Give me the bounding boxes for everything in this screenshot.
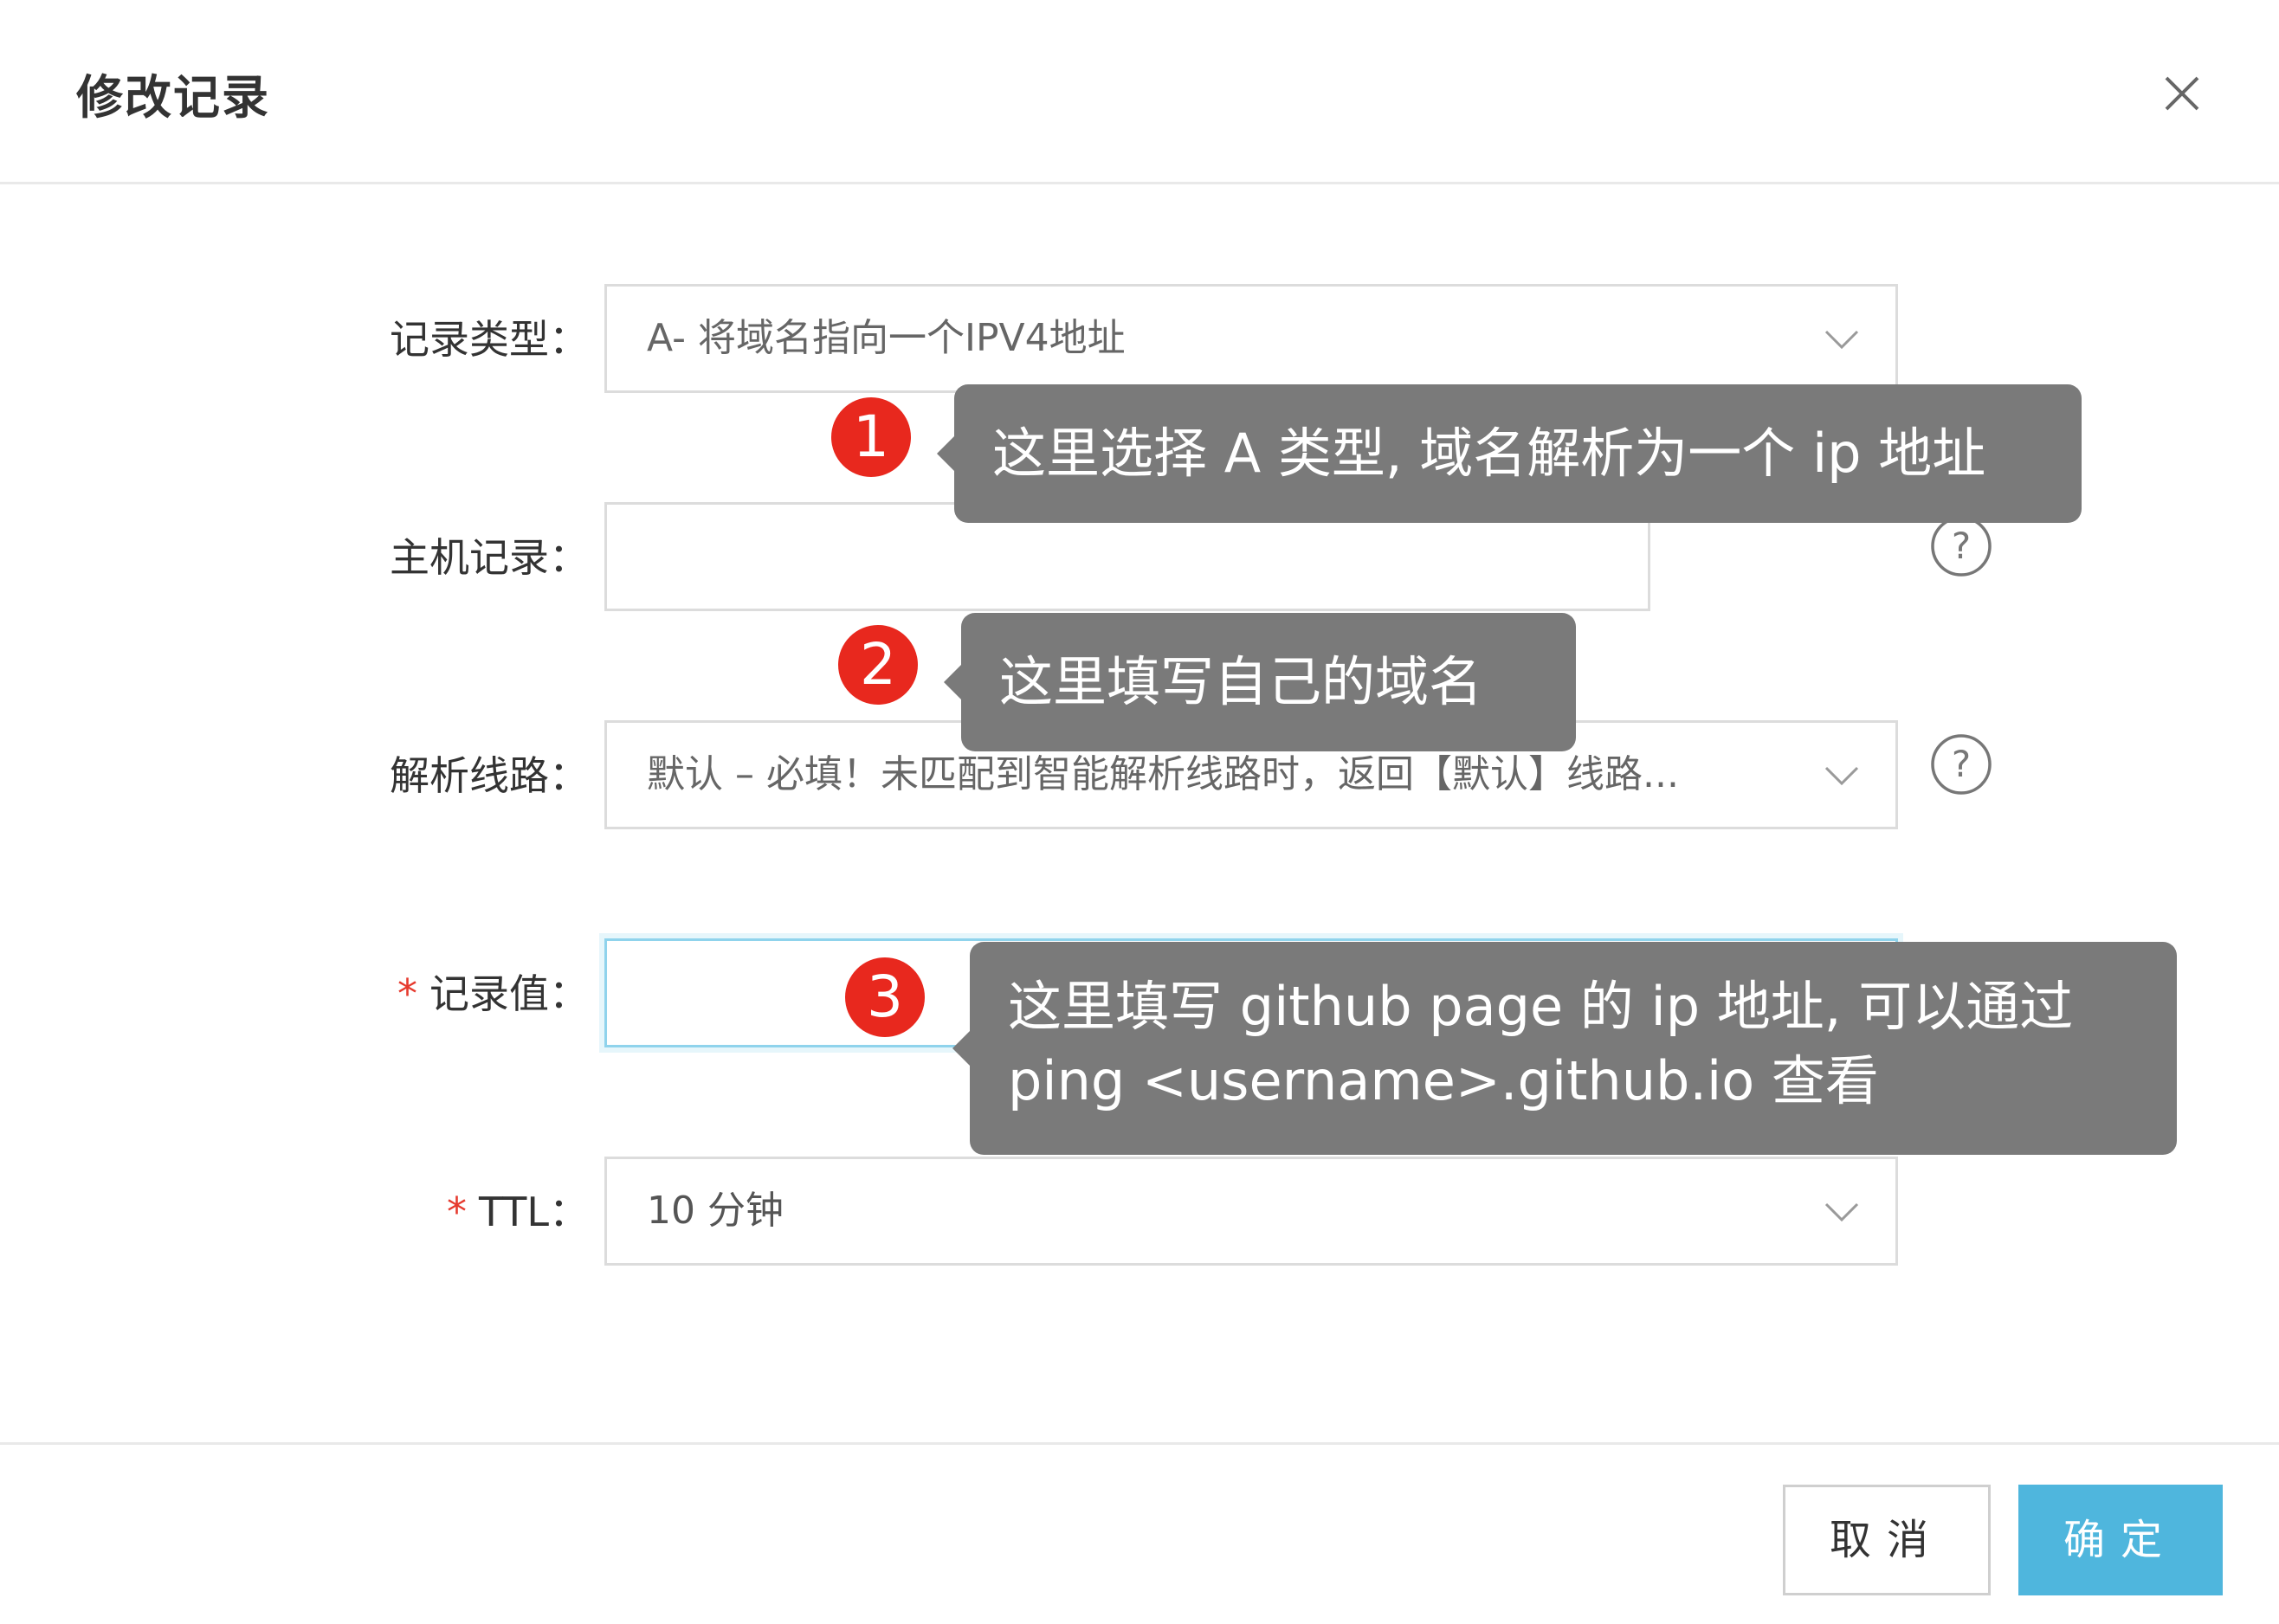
help-icon[interactable]: ? <box>1929 514 1993 578</box>
annotation-text: 这里选择 A 类型, 域名解析为一个 ip 地址 <box>992 422 1986 485</box>
chevron-down-icon <box>1823 756 1861 794</box>
annotation-text: ping <username>.github.io 查看 <box>1008 1049 1879 1112</box>
dialog-header: 修改记录 <box>0 0 2279 184</box>
annotation-callout-3: 这里填写 github page 的 ip 地址, 可以通过 ping <use… <box>952 942 2177 1155</box>
chevron-down-icon <box>1823 319 1861 358</box>
dialog-footer: 取消 确定 <box>0 1442 2279 1624</box>
required-mark: * <box>446 1189 467 1235</box>
modify-record-dialog: 修改记录 记录类型： A- 将域名指向一个IPV4地址 主机记录： ? 解析线路… <box>0 0 2279 1624</box>
svg-text:?: ? <box>1952 525 1971 567</box>
annotation-badge-2: 2 <box>838 625 918 705</box>
line-label: 解析线路： <box>390 752 589 799</box>
record-value-label-wrap: * 记录值： <box>346 963 589 1020</box>
ttl-select[interactable]: 10 分钟 <box>604 1157 1898 1266</box>
ttl-label-wrap: * TTL： <box>346 1181 589 1238</box>
record-type-label: 记录类型： <box>390 316 589 363</box>
annotation-callout-2: 这里填写自己的域名 <box>944 613 1576 751</box>
cancel-button[interactable]: 取消 <box>1783 1485 1991 1595</box>
dialog-title: 修改记录 <box>76 70 270 125</box>
annotation-text: 这里填写 github page 的 ip 地址, 可以通过 <box>1008 975 2074 1038</box>
required-mark: * <box>397 970 417 1017</box>
help-icon[interactable]: ? <box>1929 732 1993 796</box>
ttl-value: 10 分钟 <box>647 1189 784 1233</box>
svg-text:?: ? <box>1952 743 1971 785</box>
record-type-select[interactable]: A- 将域名指向一个IPV4地址 <box>604 284 1898 393</box>
record-value-label: 记录值： <box>429 970 589 1017</box>
annotation-badge-3: 3 <box>845 957 925 1037</box>
ttl-label: TTL： <box>478 1189 589 1235</box>
record-type-value: A- 将域名指向一个IPV4地址 <box>647 316 1126 360</box>
confirm-button[interactable]: 确定 <box>2018 1485 2223 1595</box>
annotation-callout-1: 这里选择 A 类型, 域名解析为一个 ip 地址 <box>937 384 2082 523</box>
close-icon[interactable] <box>2156 68 2208 119</box>
chevron-down-icon <box>1823 1192 1861 1230</box>
annotation-badge-1: 1 <box>831 397 911 477</box>
host-record-label: 主机记录： <box>390 534 589 581</box>
annotation-text: 这里填写自己的域名 <box>999 650 1483 713</box>
